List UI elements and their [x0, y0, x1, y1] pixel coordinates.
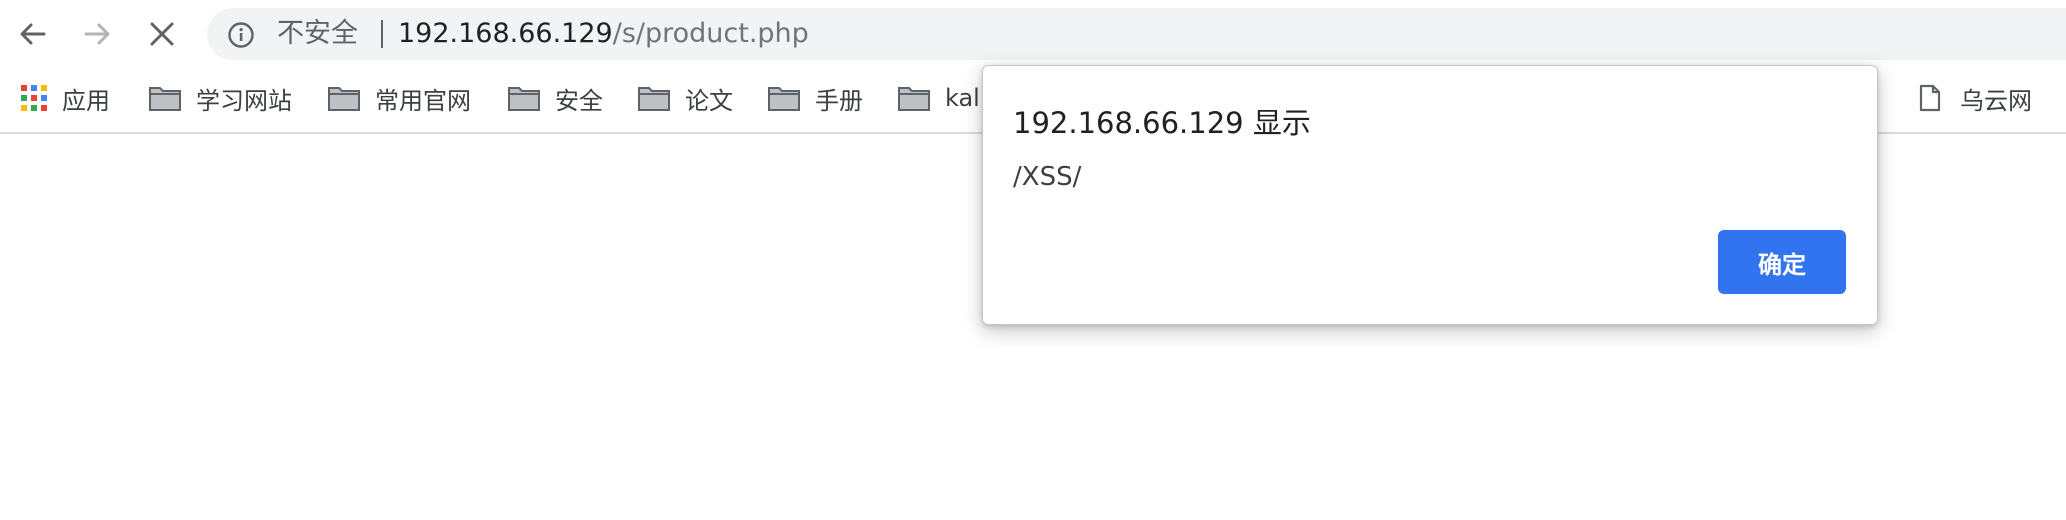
folder-icon — [507, 84, 541, 112]
folder-icon — [897, 84, 931, 112]
info-icon[interactable] — [227, 21, 255, 49]
url-host: 192.168.66.129 — [398, 18, 613, 49]
address-bar[interactable]: 不安全 192.168.66.129/s/product.php — [207, 8, 2066, 60]
bookmark-folder-security[interactable]: 安全 — [507, 78, 603, 118]
back-button[interactable] — [11, 12, 55, 56]
bookmark-label: 应用 — [62, 86, 110, 115]
bookmark-label: 乌云网 — [1960, 86, 2032, 115]
bookmark-label: 手册 — [815, 86, 863, 115]
folder-icon — [148, 84, 182, 112]
bookmark-folder-papers[interactable]: 论文 — [637, 78, 733, 118]
bookmark-folder-official-sites[interactable]: 常用官网 — [327, 78, 471, 118]
arrow-left-icon — [20, 23, 46, 45]
address-bar-divider — [381, 20, 383, 48]
bookmark-folder-manuals[interactable]: 手册 — [767, 78, 863, 118]
alert-dialog: 192.168.66.129 显示 /XSS/ 确定 — [982, 65, 1878, 325]
bookmark-label: 常用官网 — [375, 86, 471, 115]
bookmark-folder-study-sites[interactable]: 学习网站 — [148, 78, 292, 118]
security-status-label[interactable]: 不安全 — [277, 8, 358, 60]
dialog-message: /XSS/ — [1013, 162, 1082, 192]
dialog-title: 192.168.66.129 显示 — [1013, 106, 1311, 140]
page-icon — [1918, 84, 1942, 112]
stop-loading-button[interactable] — [140, 12, 184, 56]
folder-icon — [327, 84, 361, 112]
bookmark-apps[interactable]: 应用 — [20, 78, 110, 118]
bookmark-label: 论文 — [685, 86, 733, 115]
bookmark-wooyun[interactable]: 乌云网 — [1918, 78, 2032, 118]
close-icon — [150, 22, 174, 46]
folder-icon — [767, 84, 801, 112]
bookmark-folder-kali[interactable]: kali — [897, 78, 987, 118]
bookmark-label: 学习网站 — [196, 86, 292, 115]
forward-button[interactable] — [75, 12, 119, 56]
url-path: /s/product.php — [612, 18, 809, 49]
ok-button[interactable]: 确定 — [1718, 230, 1846, 294]
bookmark-label: 安全 — [555, 86, 603, 115]
arrow-right-icon — [84, 23, 110, 45]
apps-grid-icon — [20, 84, 48, 112]
folder-icon — [637, 84, 671, 112]
url-text[interactable]: 192.168.66.129/s/product.php — [398, 8, 809, 60]
bookmark-label: kali — [945, 84, 987, 112]
browser-toolbar: 不安全 192.168.66.129/s/product.php — [0, 0, 2066, 66]
